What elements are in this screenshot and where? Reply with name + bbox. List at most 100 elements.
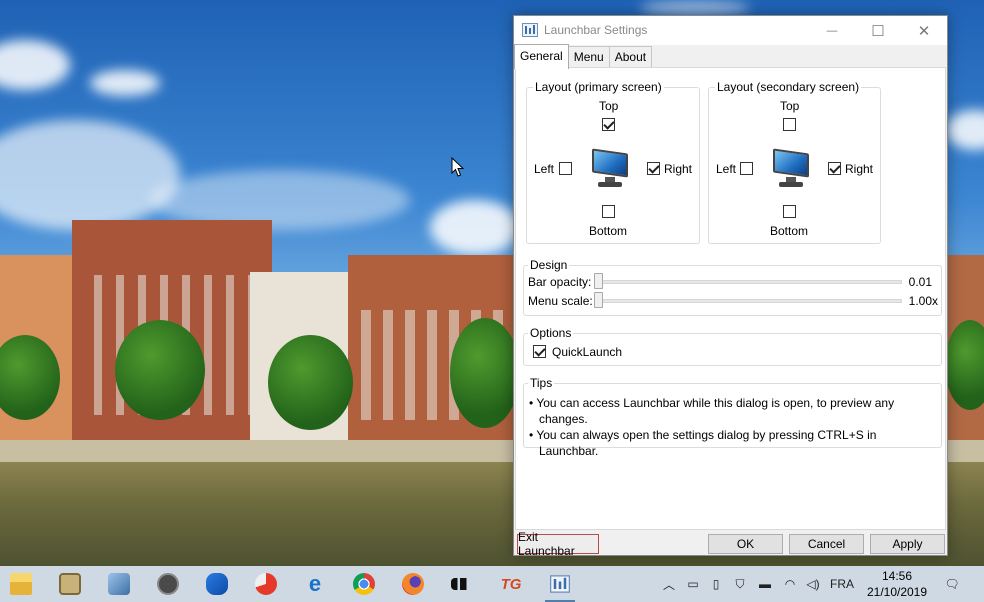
primary-bottom-label: Bottom xyxy=(589,224,628,238)
monitor-icon xyxy=(771,148,811,189)
tray-usb-icon[interactable]: ▯ xyxy=(708,566,724,602)
menu-scale-label: Menu scale: xyxy=(528,294,593,308)
layout-primary-group: Layout (primary screen) Top Left Right B… xyxy=(526,80,700,244)
menu-scale-value: 1.00x xyxy=(908,294,938,308)
bar-opacity-value: 0.01 xyxy=(908,275,932,289)
clock-time: 14:56 xyxy=(881,569,913,583)
layout-secondary-group: Layout (secondary screen) Top Left Right… xyxy=(708,80,881,244)
menu-scale-slider-thumb[interactable] xyxy=(594,292,603,308)
design-group: Design Bar opacity: 0.01 Menu scale: 1.0… xyxy=(523,258,942,316)
app-4-taskbar-button[interactable] xyxy=(153,569,183,599)
ok-button[interactable]: OK xyxy=(708,534,783,554)
chrome-taskbar-button[interactable] xyxy=(349,569,379,599)
tg-icon: TG xyxy=(500,575,522,593)
bar-opacity-label: Bar opacity: xyxy=(528,275,592,289)
primary-top-label: Top xyxy=(599,99,619,113)
exit-launchbar-button[interactable]: Exit Launchbar xyxy=(517,530,599,558)
bar-opacity-slider-thumb[interactable] xyxy=(594,273,603,289)
secondary-left-checkbox[interactable] xyxy=(740,162,753,175)
launchbar-taskbar-button[interactable] xyxy=(545,569,575,602)
mouse-cursor-icon xyxy=(451,157,465,177)
tip-item: • You can always open the settings dialo… xyxy=(529,428,877,458)
secondary-right-label: Right xyxy=(845,162,874,176)
edge-taskbar-button[interactable]: e xyxy=(300,569,330,599)
quicklaunch-label[interactable]: QuickLaunch xyxy=(552,345,622,359)
chrome-icon xyxy=(353,573,375,595)
options-group: Options QuickLaunch xyxy=(523,326,942,366)
primary-left-label: Left xyxy=(534,162,555,176)
app-10-taskbar-button[interactable] xyxy=(447,569,477,599)
close-button[interactable]: ✕ xyxy=(901,16,947,45)
quicklaunch-checkbox[interactable] xyxy=(533,345,546,358)
chevron-up-icon: ︿ xyxy=(662,577,675,592)
ccleaner-taskbar-button[interactable] xyxy=(251,569,281,599)
file-explorer-taskbar-button[interactable] xyxy=(6,569,36,599)
secondary-left-label: Left xyxy=(716,162,737,176)
primary-bottom-checkbox[interactable] xyxy=(602,205,615,218)
close-icon: ✕ xyxy=(917,22,931,40)
layout-secondary-title: Layout (secondary screen) xyxy=(715,80,862,94)
tray-volume-icon[interactable]: ◁) xyxy=(804,566,822,602)
primary-top-checkbox[interactable] xyxy=(602,118,615,131)
notifications-button[interactable]: 🗨 xyxy=(940,566,964,602)
app-2-icon xyxy=(59,573,81,595)
maximize-icon: ☐ xyxy=(871,22,885,40)
tips-title: Tips xyxy=(528,376,555,390)
app-2-taskbar-button[interactable] xyxy=(55,569,85,599)
primary-right-checkbox[interactable] xyxy=(647,162,660,175)
primary-left-checkbox[interactable] xyxy=(559,162,572,175)
clock-date: 21/10/2019 xyxy=(866,585,928,599)
layout-primary-title: Layout (primary screen) xyxy=(533,80,664,94)
settings-window: Launchbar Settings — ☐ ✕ General Menu Ab… xyxy=(513,15,948,558)
folder-icon xyxy=(10,573,32,595)
notification-icon: 🗨 xyxy=(944,577,960,591)
firefox-taskbar-button[interactable] xyxy=(398,569,428,599)
secondary-top-label: Top xyxy=(780,99,800,113)
tips-list: • You can access Launchbar while this di… xyxy=(529,395,934,459)
secondary-bottom-label: Bottom xyxy=(770,224,809,238)
design-title: Design xyxy=(528,258,570,272)
app-4-icon xyxy=(157,573,179,595)
tray-language[interactable]: FRA xyxy=(828,566,856,602)
tray-clock[interactable]: 14:56 21/10/2019 xyxy=(860,566,934,602)
window-title: Launchbar Settings xyxy=(544,23,648,37)
bar-opacity-slider-track[interactable] xyxy=(594,280,902,284)
app-10-icon xyxy=(451,578,473,590)
apply-button[interactable]: Apply xyxy=(870,534,945,554)
tab-about[interactable]: About xyxy=(608,46,653,68)
edge-icon: e xyxy=(308,571,322,596)
tray-display-icon[interactable]: ▭ xyxy=(684,566,702,602)
tray-battery-icon[interactable]: ▬ xyxy=(756,566,774,602)
secondary-top-checkbox[interactable] xyxy=(783,118,796,131)
app-3-taskbar-button[interactable] xyxy=(104,569,134,599)
options-title: Options xyxy=(528,326,574,340)
cancel-button[interactable]: Cancel xyxy=(789,534,864,554)
show-hidden-icons-button[interactable]: ︿ xyxy=(660,566,678,602)
tray-shield-icon[interactable]: ⛉ xyxy=(731,566,749,602)
malwarebytes-icon xyxy=(206,573,228,595)
tip-item: • You can access Launchbar while this di… xyxy=(529,396,895,426)
title-bar[interactable]: Launchbar Settings — ☐ ✕ xyxy=(514,16,947,45)
secondary-bottom-checkbox[interactable] xyxy=(783,205,796,218)
minimize-icon: — xyxy=(826,24,838,37)
launchbar-app-icon xyxy=(522,23,538,37)
tg-taskbar-button[interactable]: TG xyxy=(496,569,526,599)
secondary-right-checkbox[interactable] xyxy=(828,162,841,175)
malwarebytes-taskbar-button[interactable] xyxy=(202,569,232,599)
tab-menu[interactable]: Menu xyxy=(567,46,610,68)
tab-general[interactable]: General xyxy=(514,44,569,69)
primary-right-label: Right xyxy=(664,162,693,176)
minimize-button[interactable]: — xyxy=(809,16,855,45)
general-tab-panel: Layout (primary screen) Top Left Right B… xyxy=(515,67,946,530)
taskbar: e TG ︿ ▭ ▯ ⛉ ▬ ◠ ◁) FRA 14:56 21/10/2019… xyxy=(0,566,984,602)
maximize-button[interactable]: ☐ xyxy=(855,16,901,45)
launchbar-icon xyxy=(550,575,570,593)
ccleaner-icon xyxy=(255,573,277,595)
monitor-icon xyxy=(590,148,630,189)
tab-strip: General Menu About xyxy=(514,44,653,69)
tips-group: Tips • You can access Launchbar while th… xyxy=(523,376,942,458)
firefox-icon xyxy=(402,573,424,595)
tray-wifi-icon[interactable]: ◠ xyxy=(781,566,799,602)
app-3-icon xyxy=(108,573,130,595)
menu-scale-slider-track[interactable] xyxy=(594,299,902,303)
